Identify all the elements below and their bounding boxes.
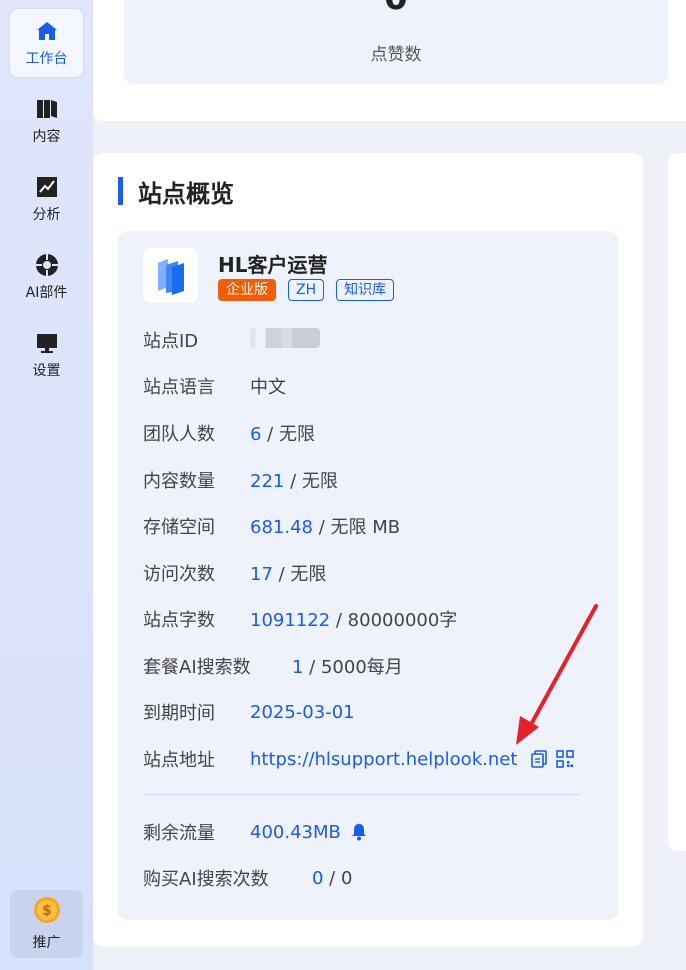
likes-count: 0: [124, 0, 668, 18]
type-badge: 知识库: [336, 279, 395, 301]
svg-text:$: $: [42, 903, 52, 919]
visits-limit: / 无限: [272, 564, 327, 585]
expire-date: 2025-03-01: [250, 701, 355, 723]
words-used: 1091122: [250, 610, 331, 631]
word-count-row: 站点字数 1091122 / 80000000字: [143, 606, 457, 632]
content-used: 221: [250, 471, 285, 492]
site-id-value: [250, 327, 320, 353]
storage-row: 存储空间 681.48 / 无限 MB: [143, 513, 400, 539]
row-label: 站点ID: [143, 331, 199, 352]
ai-search-plan-row: 套餐AI搜索数 1 / 5000每月: [143, 653, 403, 679]
content-limit: / 无限: [284, 471, 338, 492]
storage-limit: / 无限 MB: [312, 517, 401, 538]
title-accent-bar: [118, 177, 123, 205]
site-name: HL客户运营: [218, 253, 328, 277]
promote-button[interactable]: $ 推广: [10, 890, 83, 958]
row-label: 剩余流量: [143, 823, 215, 844]
sidebar-item-content[interactable]: 内容: [10, 87, 83, 155]
chart-icon: [34, 174, 60, 200]
language-value: 中文: [250, 377, 286, 398]
coin-icon: $: [33, 896, 61, 928]
qrcode-icon[interactable]: [555, 749, 575, 769]
storage-used: 681.48: [250, 517, 313, 538]
sidebar-item-settings[interactable]: 设置: [10, 321, 83, 389]
team-used: 6: [250, 424, 262, 445]
site-address-row: 站点地址 https://hlsupport.helplook.net: [143, 746, 575, 772]
blurred-id: [250, 327, 320, 348]
plan-badge: 企业版: [218, 279, 276, 301]
language-badge: ZH: [288, 279, 325, 301]
side-panel: [668, 153, 686, 851]
widget-icon: [34, 252, 60, 278]
row-label: 站点语言: [143, 377, 215, 398]
row-label: 站点地址: [143, 750, 215, 771]
row-label: 套餐AI搜索数: [143, 657, 251, 678]
sidebar: 工作台 内容 分析 AI部件 设置 $ 推广: [0, 0, 93, 970]
sidebar-item-label: 分析: [32, 207, 61, 223]
likes-label: 点赞数: [370, 45, 422, 65]
site-address-link[interactable]: https://hlsupport.helplook.net: [250, 749, 517, 770]
sidebar-item-label: 设置: [32, 363, 61, 379]
row-label: 团队人数: [143, 424, 215, 445]
ai-search-limit: / 5000每月: [303, 657, 403, 678]
visits-used: 17: [250, 564, 273, 585]
visits-row: 访问次数 17 / 无限: [143, 560, 326, 586]
sidebar-item-ai-widgets[interactable]: AI部件: [10, 243, 83, 311]
promote-label: 推广: [32, 935, 61, 951]
ai-search-used: 1: [292, 657, 304, 678]
copy-icon[interactable]: [529, 749, 549, 769]
traffic-value: 400.43MB: [250, 821, 341, 843]
divider: [143, 794, 580, 795]
section-title: 站点概览: [118, 176, 234, 208]
bought-ai-row: 购买AI搜索次数 0 / 0: [143, 865, 352, 891]
site-language-row: 站点语言 中文: [143, 373, 286, 399]
row-label: 内容数量: [143, 471, 215, 492]
site-overview-card: 站点概览 HL客户运营 企业版 ZH 知识库 站点ID 站点语言 中文 团队人数…: [93, 153, 643, 946]
row-label: 站点字数: [143, 610, 215, 631]
row-label: 购买AI搜索次数: [143, 869, 269, 890]
sidebar-item-label: 工作台: [25, 51, 68, 67]
site-id-row: 站点ID: [143, 327, 320, 353]
section-title-text: 站点概览: [138, 179, 234, 208]
team-size-row: 团队人数 6 / 无限: [143, 420, 315, 446]
row-label: 到期时间: [143, 703, 215, 724]
sidebar-item-label: 内容: [32, 129, 61, 145]
content-count-row: 内容数量 221 / 无限: [143, 467, 338, 493]
bell-icon[interactable]: [349, 822, 369, 842]
site-logo: [143, 248, 198, 303]
sidebar-item-analytics[interactable]: 分析: [10, 165, 83, 233]
row-label: 访问次数: [143, 564, 215, 585]
likes-card: 0 点赞数: [93, 0, 686, 121]
monitor-icon: [34, 330, 60, 356]
bought-ai-used: 0: [312, 867, 324, 889]
team-limit: / 无限: [261, 424, 315, 445]
sidebar-item-label: AI部件: [25, 285, 68, 301]
row-label: 存储空间: [143, 517, 215, 538]
bought-ai-limit: / 0: [323, 867, 353, 889]
site-info-box: HL客户运营 企业版 ZH 知识库 站点ID 站点语言 中文 团队人数 6 / …: [118, 231, 618, 920]
expire-row: 到期时间 2025-03-01: [143, 699, 355, 725]
likes-stat: 0 点赞数: [124, 0, 668, 84]
book-icon: [34, 96, 60, 122]
site-badges: 企业版 ZH 知识库: [218, 279, 395, 301]
sidebar-item-workbench[interactable]: 工作台: [10, 9, 83, 77]
words-limit: / 80000000字: [330, 610, 458, 631]
traffic-row: 剩余流量 400.43MB: [143, 819, 369, 845]
home-icon: [34, 18, 60, 44]
